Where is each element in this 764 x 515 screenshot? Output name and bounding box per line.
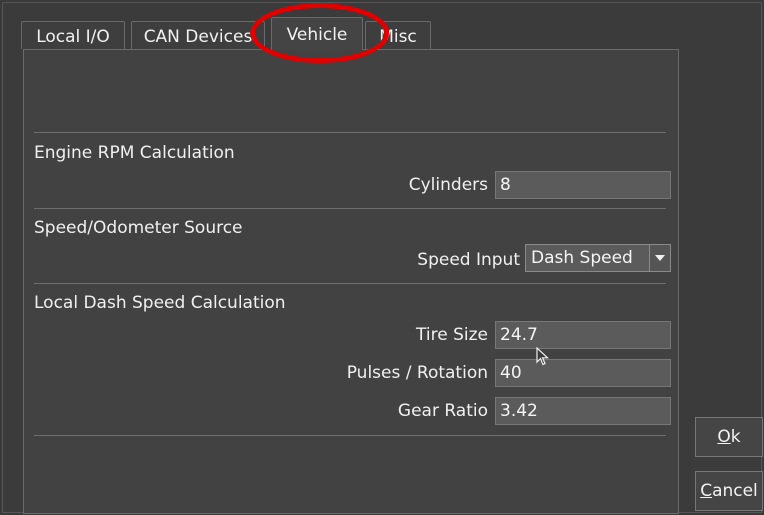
mouse-pointer-icon [536, 347, 550, 366]
tab-local-io[interactable]: Local I/O [21, 21, 125, 49]
vehicle-panel: Engine RPM Calculation Cylinders 8 Speed… [23, 49, 679, 514]
cancel-mnemonic: C [700, 481, 713, 501]
gear-ratio-label: Gear Ratio [397, 401, 488, 421]
speed-input-label: Speed Input [417, 250, 520, 270]
cancel-button[interactable]: Cancel [695, 471, 763, 511]
pulses-rotation-field[interactable]: 40 [495, 359, 671, 387]
tab-can-devices[interactable]: CAN Devices [131, 21, 265, 49]
cylinders-field[interactable]: 8 [495, 171, 671, 199]
cancel-label: ancel [712, 481, 758, 501]
separator [34, 283, 666, 284]
highlight-ring [250, 3, 389, 63]
chevron-down-icon[interactable] [649, 245, 670, 271]
tire-size-field[interactable]: 24.7 [495, 321, 671, 349]
separator [34, 435, 666, 436]
speed-input-dropdown[interactable]: Dash Speed [525, 244, 671, 272]
ok-label: k [730, 427, 741, 447]
gear-ratio-field[interactable]: 3.42 [495, 397, 671, 425]
separator [34, 132, 666, 133]
section-title-speed-source: Speed/Odometer Source [34, 218, 243, 238]
speed-input-value: Dash Speed [531, 248, 633, 268]
tab-label: CAN Devices [143, 27, 253, 47]
tab-label: Local I/O [36, 27, 110, 47]
ok-button[interactable]: Ok [695, 417, 763, 457]
tire-size-label: Tire Size [416, 325, 488, 345]
section-title-engine-rpm: Engine RPM Calculation [34, 143, 235, 163]
cylinders-label: Cylinders [408, 175, 488, 195]
pulses-rotation-label: Pulses / Rotation [346, 363, 488, 383]
settings-dialog: Local I/O CAN Devices Vehicle Misc Engin… [2, 2, 763, 514]
ok-mnemonic: O [717, 427, 731, 447]
section-title-local-dash-speed: Local Dash Speed Calculation [34, 293, 286, 313]
separator [34, 208, 666, 209]
